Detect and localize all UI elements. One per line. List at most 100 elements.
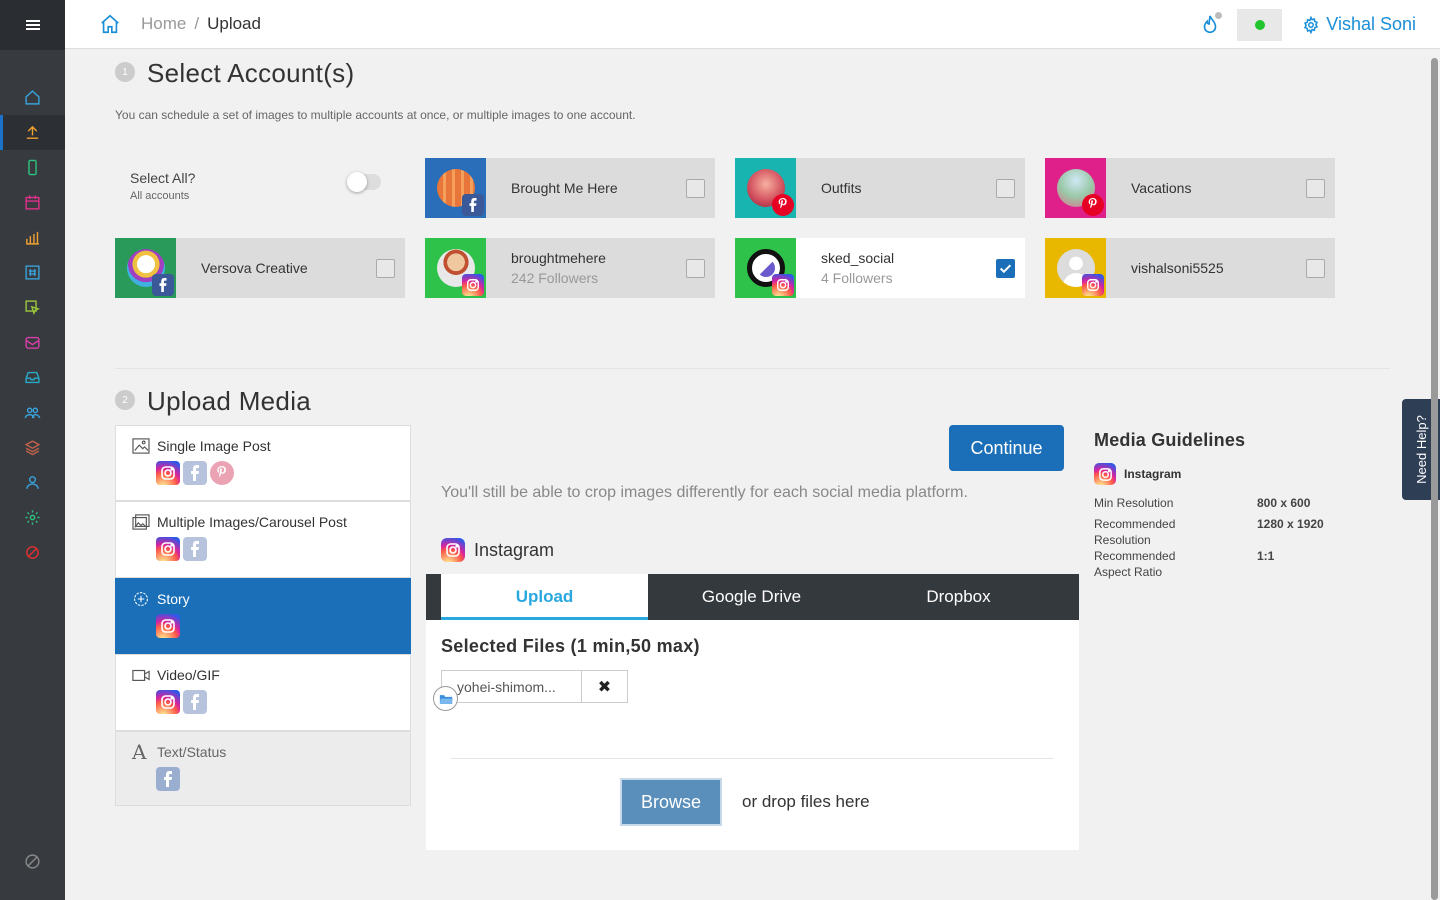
section-title-select-accounts: Select Account(s) <box>147 58 355 88</box>
facebook-icon <box>462 194 484 216</box>
account-checkbox[interactable] <box>686 258 705 278</box>
guidelines-title: Media Guidelines <box>1094 430 1246 450</box>
account-card[interactable]: broughtmehere 242 Followers <box>425 238 715 298</box>
uploader-panel: Upload Google Drive Dropbox Selected Fil… <box>426 574 1079 850</box>
menu-toggle-button[interactable] <box>0 0 65 50</box>
sidebar-item-hashtags[interactable] <box>0 255 65 290</box>
hashtag-icon <box>25 265 40 280</box>
user-icon <box>26 476 39 489</box>
users-icon <box>24 407 41 419</box>
account-name: Brought Me Here <box>511 180 618 196</box>
guideline-value: 1280 x 1920 <box>1257 517 1324 531</box>
post-type-carousel[interactable]: Multiple Images/Carousel Post <box>115 501 411 578</box>
account-name: Versova Creative <box>201 260 308 276</box>
facebook-icon <box>183 461 207 485</box>
platform-heading: Instagram <box>441 538 554 562</box>
hamburger-icon <box>25 18 40 32</box>
instagram-icon <box>156 461 180 485</box>
instagram-icon <box>772 274 794 296</box>
breadcrumb-current: Upload <box>207 14 261 33</box>
gear-icon <box>1304 15 1319 34</box>
images-icon <box>132 514 150 530</box>
sidebar-item-settings[interactable] <box>0 500 65 535</box>
upload-icon <box>26 125 39 139</box>
section-title-upload-media: Upload Media <box>147 386 312 416</box>
sidebar-item-home[interactable] <box>0 80 65 115</box>
tray-icon <box>25 371 40 384</box>
breadcrumb-home[interactable]: Home <box>141 14 186 34</box>
upload-divider <box>451 758 1054 759</box>
post-type-video[interactable]: Video/GIF <box>115 654 411 731</box>
tab-google-drive[interactable]: Google Drive <box>648 574 855 620</box>
sidebar-item-analytics[interactable] <box>0 220 65 255</box>
account-card[interactable]: Versova Creative <box>115 238 405 298</box>
tab-dropbox[interactable]: Dropbox <box>855 574 1062 620</box>
sidebar-item-inbox[interactable] <box>0 325 65 360</box>
account-card[interactable]: Vacations <box>1045 158 1335 218</box>
sidebar-item-team[interactable] <box>0 395 65 430</box>
account-card[interactable]: Brought Me Here <box>425 158 715 218</box>
sidebar-item-mobile[interactable] <box>0 150 65 185</box>
account-tile <box>115 238 176 298</box>
post-type-text[interactable]: A Text/Status <box>115 731 411 806</box>
post-type-single-image[interactable]: Single Image Post <box>115 425 411 501</box>
tab-upload[interactable]: Upload <box>441 574 648 620</box>
sidebar-item-blocked[interactable] <box>0 535 65 570</box>
account-checkbox[interactable] <box>996 258 1015 278</box>
notifications-button[interactable] <box>1199 11 1223 36</box>
folder-button[interactable] <box>433 686 458 711</box>
home-icon[interactable] <box>99 13 121 35</box>
post-type-label: Story <box>157 591 190 607</box>
plus-circle-icon <box>134 592 148 606</box>
account-card[interactable]: Outfits <box>735 158 1025 218</box>
account-tile <box>425 158 486 218</box>
instagram-icon <box>1082 274 1104 296</box>
guidelines-platform: Instagram <box>1124 467 1182 481</box>
select-all-toggle[interactable] <box>347 172 381 192</box>
user-menu[interactable]: Vishal Soni <box>1302 14 1416 35</box>
post-type-story[interactable]: Story <box>115 578 411 654</box>
account-card[interactable]: vishalsoni5525 <box>1045 238 1335 298</box>
select-all: Select All? All accounts <box>130 170 195 202</box>
account-checkbox[interactable] <box>686 178 705 198</box>
sidebar-item-linkinbio[interactable] <box>0 290 65 325</box>
facebook-icon <box>183 537 207 561</box>
mobile-icon <box>28 159 37 176</box>
pinterest-icon <box>1082 194 1104 216</box>
sidebar-item-calendar[interactable] <box>0 185 65 220</box>
account-name: sked_social <box>821 250 895 266</box>
scrollbar[interactable] <box>1431 58 1438 900</box>
sidebar-item-tray[interactable] <box>0 360 65 395</box>
image-icon <box>132 438 150 454</box>
block-icon <box>26 546 39 559</box>
sidebar-item-profile[interactable] <box>0 465 65 500</box>
folder-icon <box>439 694 453 704</box>
sidebar-bottom-action[interactable] <box>0 853 65 870</box>
guideline-key: Recommended Aspect Ratio <box>1094 549 1176 579</box>
platform-name: Instagram <box>474 539 555 560</box>
account-checkbox[interactable] <box>996 178 1015 198</box>
check-icon <box>999 264 1012 273</box>
account-tile <box>1045 158 1106 218</box>
guideline-value: 1:1 <box>1257 549 1275 563</box>
account-card[interactable]: sked_social 4 Followers <box>735 238 1025 298</box>
disabled-icon <box>25 854 40 869</box>
account-checkbox[interactable] <box>376 258 395 278</box>
text-icon: A <box>132 740 147 764</box>
account-checkbox[interactable] <box>1306 258 1325 278</box>
sidebar-item-upload[interactable] <box>0 115 65 150</box>
remove-file-button[interactable]: ✖ <box>582 671 627 702</box>
sidebar-item-library[interactable] <box>0 430 65 465</box>
account-checkbox[interactable] <box>1306 178 1325 198</box>
browse-button[interactable]: Browse <box>620 778 722 826</box>
account-tile <box>1045 238 1106 298</box>
facebook-icon <box>183 690 207 714</box>
close-icon: ✖ <box>597 678 612 696</box>
breadcrumb-separator: / <box>194 14 200 33</box>
continue-button[interactable]: Continue <box>949 425 1064 471</box>
status-indicator[interactable] <box>1237 8 1283 41</box>
status-dot <box>1254 19 1265 30</box>
upload-source-tabs: Upload Google Drive Dropbox <box>426 574 1079 620</box>
notification-dot <box>1215 11 1223 19</box>
section-description: You can schedule a set of images to mult… <box>115 108 636 122</box>
